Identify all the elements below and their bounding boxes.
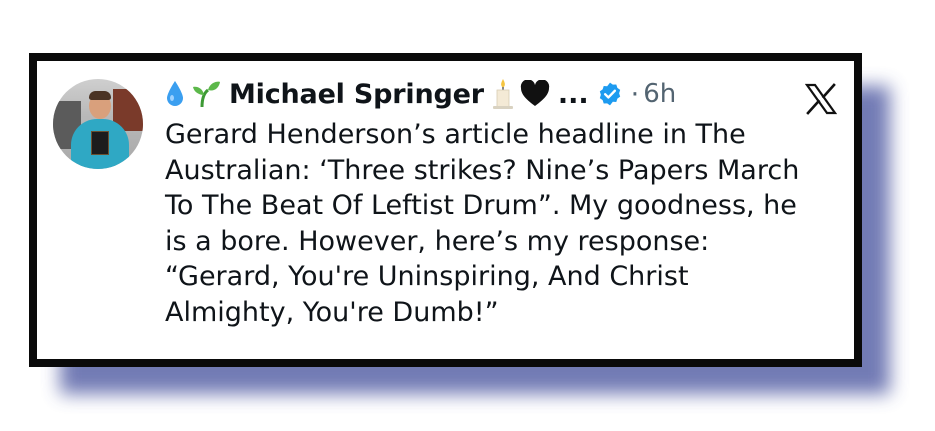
avatar-book: [91, 131, 109, 155]
seedling-icon: [191, 80, 221, 108]
header-separator: ·: [630, 78, 640, 110]
author-display-name[interactable]: Michael Springer: [229, 79, 484, 110]
black-heart-icon: [520, 80, 550, 108]
post-header: Michael Springer ... · 6h: [165, 77, 676, 111]
avatar-hair: [89, 91, 111, 100]
avatar[interactable]: [53, 79, 143, 169]
droplet-icon: [165, 80, 185, 108]
post-timestamp[interactable]: 6h: [643, 79, 676, 109]
candle-icon: [492, 78, 514, 110]
name-truncation: ...: [557, 78, 589, 110]
x-logo-icon[interactable]: [804, 83, 838, 115]
verified-badge-icon: [597, 81, 623, 107]
post-card[interactable]: Michael Springer ... · 6h Gerard Henders…: [29, 53, 862, 367]
screenshot-stage: Michael Springer ... · 6h Gerard Henders…: [0, 0, 935, 431]
post-text: Gerard Henderson’s article headline in T…: [165, 119, 800, 328]
